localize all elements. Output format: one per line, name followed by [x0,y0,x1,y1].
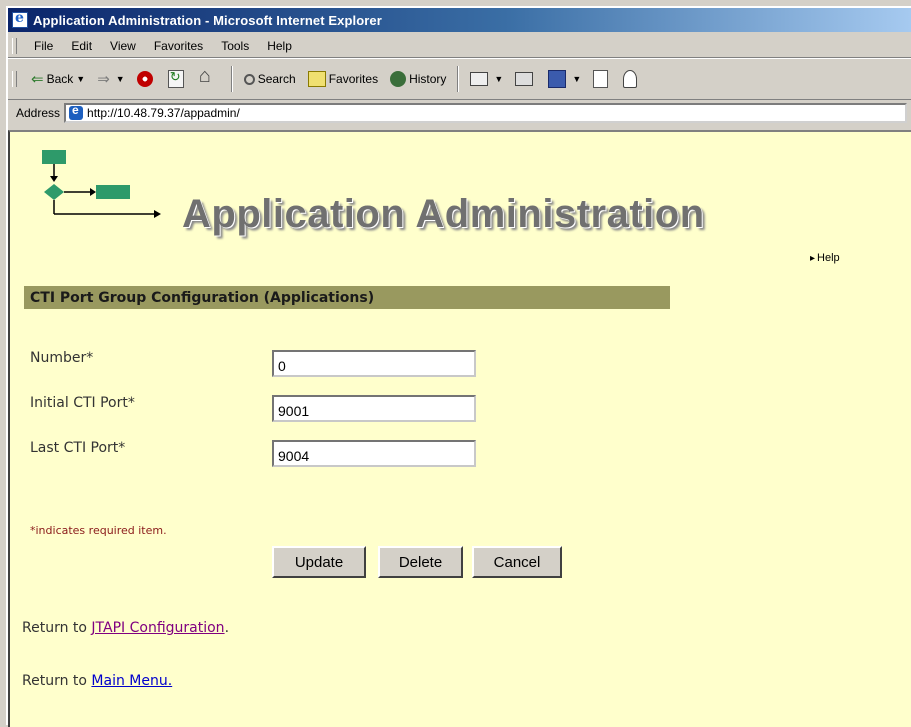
home-button[interactable] [193,65,226,92]
menu-bar: File Edit View Favorites Tools Help [8,35,911,58]
chevron-down-icon: ▼ [76,74,86,84]
return-jtapi-suffix: . [224,620,230,636]
page-banner-title: Application Administration [182,192,705,236]
menu-file[interactable]: File [25,36,62,56]
address-label: Address [16,106,61,120]
history-label: History [409,72,447,86]
discuss-button[interactable] [587,66,617,92]
stop-icon [136,71,153,87]
edit-icon [548,70,567,88]
address-bar: Address http://10.48.79.37/appadmin/ [8,100,911,126]
messenger-icon [623,70,638,88]
window-title: Application Administration - Microsoft I… [33,12,382,28]
return-main-prefix: Return to [22,673,92,689]
jtapi-configuration-link[interactable]: JTAPI Configuration [91,620,224,636]
menu-favorites[interactable]: Favorites [145,36,212,56]
number-label: Number* [30,350,94,366]
search-label: Search [257,72,296,86]
return-main-line: Return to Main Menu. [22,673,172,689]
edit-button[interactable]: ▼ [542,66,587,92]
history-button[interactable]: History [384,66,452,92]
favorites-label: Favorites [328,72,379,86]
print-icon [515,72,534,86]
section-title: CTI Port Group Configuration (Applicatio… [30,289,375,306]
menu-help[interactable]: Help [258,36,301,56]
address-input[interactable]: http://10.48.79.37/appadmin/ [64,103,907,123]
history-icon [390,71,407,87]
initial-cti-port-label: Initial CTI Port* [30,395,135,411]
back-button[interactable]: ⇐ Back ▼ [25,66,91,92]
favorites-icon [307,71,326,87]
toolbar-separator [457,66,460,92]
update-button[interactable]: Update [272,546,366,578]
toolbar-grip [12,71,17,87]
number-field[interactable] [272,350,476,377]
forward-arrow-icon: ⇒ [97,71,110,88]
chevron-down-icon: ▼ [494,74,504,84]
menu-edit[interactable]: Edit [62,36,101,56]
messenger-button[interactable] [617,66,646,92]
mail-icon [470,72,489,86]
favorites-button[interactable]: Favorites [302,66,384,92]
address-url: http://10.48.79.37/appadmin/ [87,106,240,120]
last-cti-port-field[interactable] [272,440,476,467]
required-note: *indicates required item. [30,524,167,537]
discuss-icon [593,70,609,88]
page-content: Application Administration Help CTI Port… [8,130,911,727]
workflow-logo-icon [42,150,161,218]
section-header: CTI Port Group Configuration (Applicatio… [24,286,670,309]
delete-button[interactable]: Delete [378,546,463,578]
mail-button[interactable]: ▼ [464,66,509,92]
return-jtapi-prefix: Return to [22,620,92,636]
search-button[interactable]: Search [238,66,302,92]
page-icon [69,103,84,120]
chevron-down-icon: ▼ [115,74,125,84]
refresh-button[interactable] [162,66,193,92]
home-icon [199,65,217,88]
chevron-down-icon: ▼ [572,74,582,84]
forward-button[interactable]: ⇒ ▼ [91,66,131,92]
cancel-button[interactable]: Cancel [472,546,562,578]
back-label: Back [46,72,74,86]
main-menu-link[interactable]: Main Menu. [91,673,172,689]
browser-window: Application Administration - Microsoft I… [6,6,911,727]
internet-explorer-icon [12,10,28,28]
toolbar-separator [230,66,233,92]
initial-cti-port-field[interactable] [272,395,476,422]
refresh-icon [167,69,184,88]
back-arrow-icon: ⇐ [31,71,44,88]
menu-grip [12,38,17,54]
print-button[interactable] [509,66,542,92]
stop-button[interactable] [131,66,162,92]
menu-view[interactable]: View [101,36,145,56]
last-cti-port-label: Last CTI Port* [30,440,126,456]
search-icon [243,73,255,85]
menu-tools[interactable]: Tools [212,36,258,56]
return-jtapi-line: Return to JTAPI Configuration. [22,620,229,636]
toolbar: ⇐ Back ▼ ⇒ ▼ Search Favorites History [8,58,911,100]
help-link[interactable]: Help [810,252,840,264]
title-bar: Application Administration - Microsoft I… [8,8,911,32]
